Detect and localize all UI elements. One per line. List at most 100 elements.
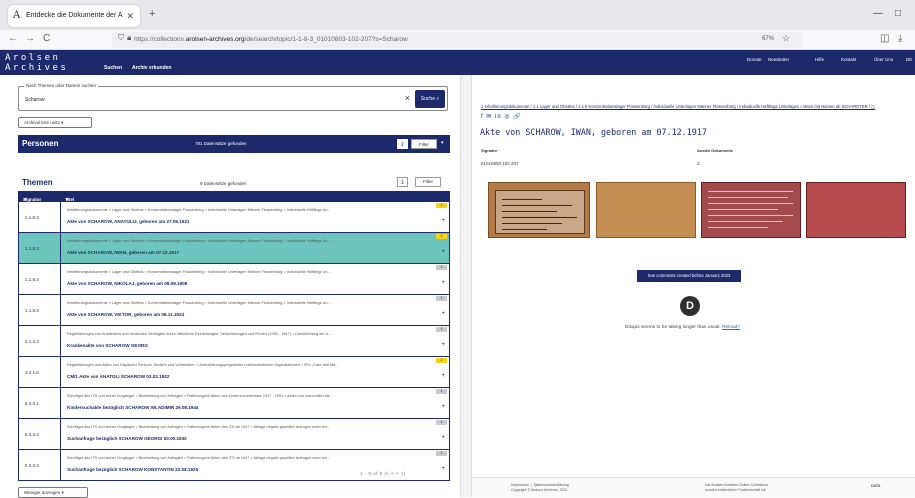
reload-icon[interactable]: C [43,33,50,44]
row-title[interactable]: Krankenakte von SCHAROW GEORG [67,343,148,348]
pane-divider[interactable] [460,75,472,497]
row-document-count: 1 [436,420,447,425]
download-icon[interactable]: ⤓ [898,33,902,44]
see-comments-button[interactable]: See comments created before January 2023 [637,270,741,282]
footer-left[interactable]: Impressum | Datenschutzerklärung Copyrig… [511,483,569,493]
personen-header[interactable]: Personen 781 Datensätze gefunden ⤓ Filte… [18,135,450,153]
row-signatur: 6.3.3.1 [19,388,61,418]
themen-filter-button[interactable]: Filter [415,177,441,187]
row-signatur: 1.1.8.3 [19,264,61,294]
disqus-message: Disqus seems to be taking longer than us… [625,325,740,330]
forward-icon[interactable]: → [25,33,35,44]
nav-hilfe[interactable]: Hilfe [815,57,824,62]
row-document-count: 1 [436,451,447,456]
row-title[interactable]: Kindersuchakte bezüglich SCHAROW WLADIMI… [67,405,198,410]
nav-ueber-uns[interactable]: Über Uns [874,57,893,62]
maximize-icon[interactable]: □ [895,8,901,19]
download-icon[interactable]: ⤓ [397,139,408,149]
row-title[interactable]: Suchanfrage bezüglich SCHAROW GEORGI 00.… [67,436,187,441]
arolsen-logo[interactable]: Arolsen Archives [5,53,68,73]
document-thumbnail[interactable] [596,182,696,238]
detail-breadcrumb[interactable]: 1 Inhaftierungsdokumente / 1.1 Lager und… [481,104,911,110]
themen-download-icon[interactable]: ⤓ [397,177,408,187]
personen-filter-button[interactable]: Filter [411,139,437,149]
search-value[interactable]: Scharow [25,97,44,103]
row-title[interactable]: Akte von SCHAROW, ANATOLIJ, geboren am 2… [67,219,189,224]
expand-plus-icon[interactable]: + [441,218,445,224]
bookmark-star-icon[interactable]: ☆ [782,33,790,44]
tab-close-icon[interactable]: ✕ [126,5,134,27]
row-title[interactable]: Akte von SCHAROW, NIKOLAJ, geboren am 09… [67,281,187,286]
row-title[interactable]: Akte von SCHAROW, VIKTOR, geboren am 08.… [67,312,184,317]
partner-logo[interactable]: DATA [871,484,880,489]
browser-tab-bar: A Entdecke die Dokumente der A ✕ + — □ [0,0,915,30]
tab-title: Entdecke die Dokumente der A [26,12,123,19]
url-input[interactable]: https://collections.arolsen-archives.org… [112,32,802,48]
nav-kontakt[interactable]: Kontakt [841,57,856,62]
document-thumbnail[interactable] [806,182,906,238]
browser-toolbar: ← → C https://collections.arolsen-archiv… [0,30,915,50]
row-document-count: 1 [436,296,447,301]
url-suffix: /de/search/topic/1-1-8-3_01010803-102-20… [244,36,408,43]
clear-search-icon[interactable]: × [405,93,410,103]
table-row[interactable]: 3.2.1.6 Registrierungen und Akten von Dis… [18,357,450,388]
table-row[interactable]: 2.1.3.2 Registrierungen von Ausländern un… [18,326,450,357]
detail-title: Akte von SCHAROW, IWAN, geboren am 07.12… [480,127,707,137]
document-thumbnail[interactable] [701,182,801,238]
minimize-icon[interactable]: — [873,8,883,19]
search-button[interactable]: Suche ⌕ [415,90,445,108]
back-icon[interactable]: ← [8,33,18,44]
nav-newsletter[interactable]: Newsletter [768,57,789,62]
logo-line1: Arolsen [5,53,61,63]
expand-plus-icon[interactable]: + [441,373,445,379]
row-signatur: 1.1.8.3 [19,295,61,325]
expand-plus-icon[interactable]: + [441,404,445,410]
show-less-button[interactable]: Weniger anzeigen ▾ [18,487,88,498]
row-breadcrumb: Registrierungen von Ausländern und deuts… [67,332,332,336]
row-signatur: 6.3.3.3 [19,419,61,449]
signatur-label: Signatur [481,148,498,153]
url-prefix: https://collections. [134,36,186,43]
expand-plus-icon[interactable]: + [441,249,445,255]
expand-plus-icon[interactable]: + [441,435,445,441]
personen-title: Personen [22,139,59,148]
document-thumbnail[interactable] [488,182,590,238]
row-title[interactable]: Akte von SCHAROW, IWAN, geboren am 07.12… [67,250,179,255]
row-document-count: 1 [436,327,447,332]
nav-language[interactable]: DE [906,57,912,62]
table-row[interactable]: 6.3.3.3 Schriftgut des ITS und seiner Vor… [18,450,450,481]
zoom-level[interactable]: 67% [762,36,774,42]
expand-plus-icon[interactable]: + [441,466,445,472]
table-row[interactable]: 1.1.8.3 Inhaftierungsdokumente > Lager un… [18,202,450,233]
disqus-reload-link[interactable]: Reload? [722,325,740,330]
table-row[interactable]: 6.3.3.1 Schriftgut des ITS und seiner Vor… [18,388,450,419]
anzahl-value: 2 [697,161,700,166]
row-signatur: 3.2.1.6 [19,357,61,387]
browser-tab[interactable]: A Entdecke die Dokumente der A ✕ [8,5,140,27]
new-tab-icon[interactable]: + [149,8,155,20]
disqus-logo-icon: D [680,296,700,316]
expand-plus-icon[interactable]: + [441,280,445,286]
row-title[interactable]: CM/1 Akte von ANATOLI SCHAROW 03.03.1922 [67,374,169,379]
row-title[interactable]: Suchanfrage bezüglich SCHAROW KONSTANTIN… [67,467,198,472]
row-breadcrumb: Inhaftierungsdokumente > Lager und Ghett… [67,301,331,305]
pocket-icon[interactable]: ◫ [880,33,889,44]
table-row[interactable]: 1.1.8.3 Inhaftierungsdokumente > Lager un… [18,295,450,326]
search-results-pane: Nach Themen oder Namen suchen Scharow × … [0,75,460,498]
shield-icon: ⛉ [118,33,124,42]
row-document-count: 2 [436,358,447,363]
search-input[interactable]: Nach Themen oder Namen suchen Scharow × … [18,83,448,111]
expand-plus-icon[interactable]: + [441,342,445,348]
nav-archiv-erkunden[interactable]: Archiv erkunden [132,65,171,71]
expand-plus-icon[interactable]: + [441,311,445,317]
share-icons[interactable]: f ✉ in ◎ 🔗 [481,113,522,120]
archival-tree-units-dropdown[interactable]: Archival tree units ▾ [18,117,92,128]
pagination[interactable]: 1 - 9 of 9 |< < > >| [360,471,406,476]
chevron-down-icon[interactable]: ▾ [441,140,444,146]
search-label: Nach Themen oder Namen suchen [24,83,98,88]
table-row[interactable]: 6.3.3.3 Schriftgut des ITS und seiner Vor… [18,419,450,450]
nav-suchen[interactable]: Suchen [104,65,122,71]
nav-donate[interactable]: Donate [747,57,762,62]
table-row[interactable]: 1.1.8.3 Inhaftierungsdokumente > Lager un… [18,233,450,264]
table-row[interactable]: 1.1.8.3 Inhaftierungsdokumente > Lager un… [18,264,450,295]
